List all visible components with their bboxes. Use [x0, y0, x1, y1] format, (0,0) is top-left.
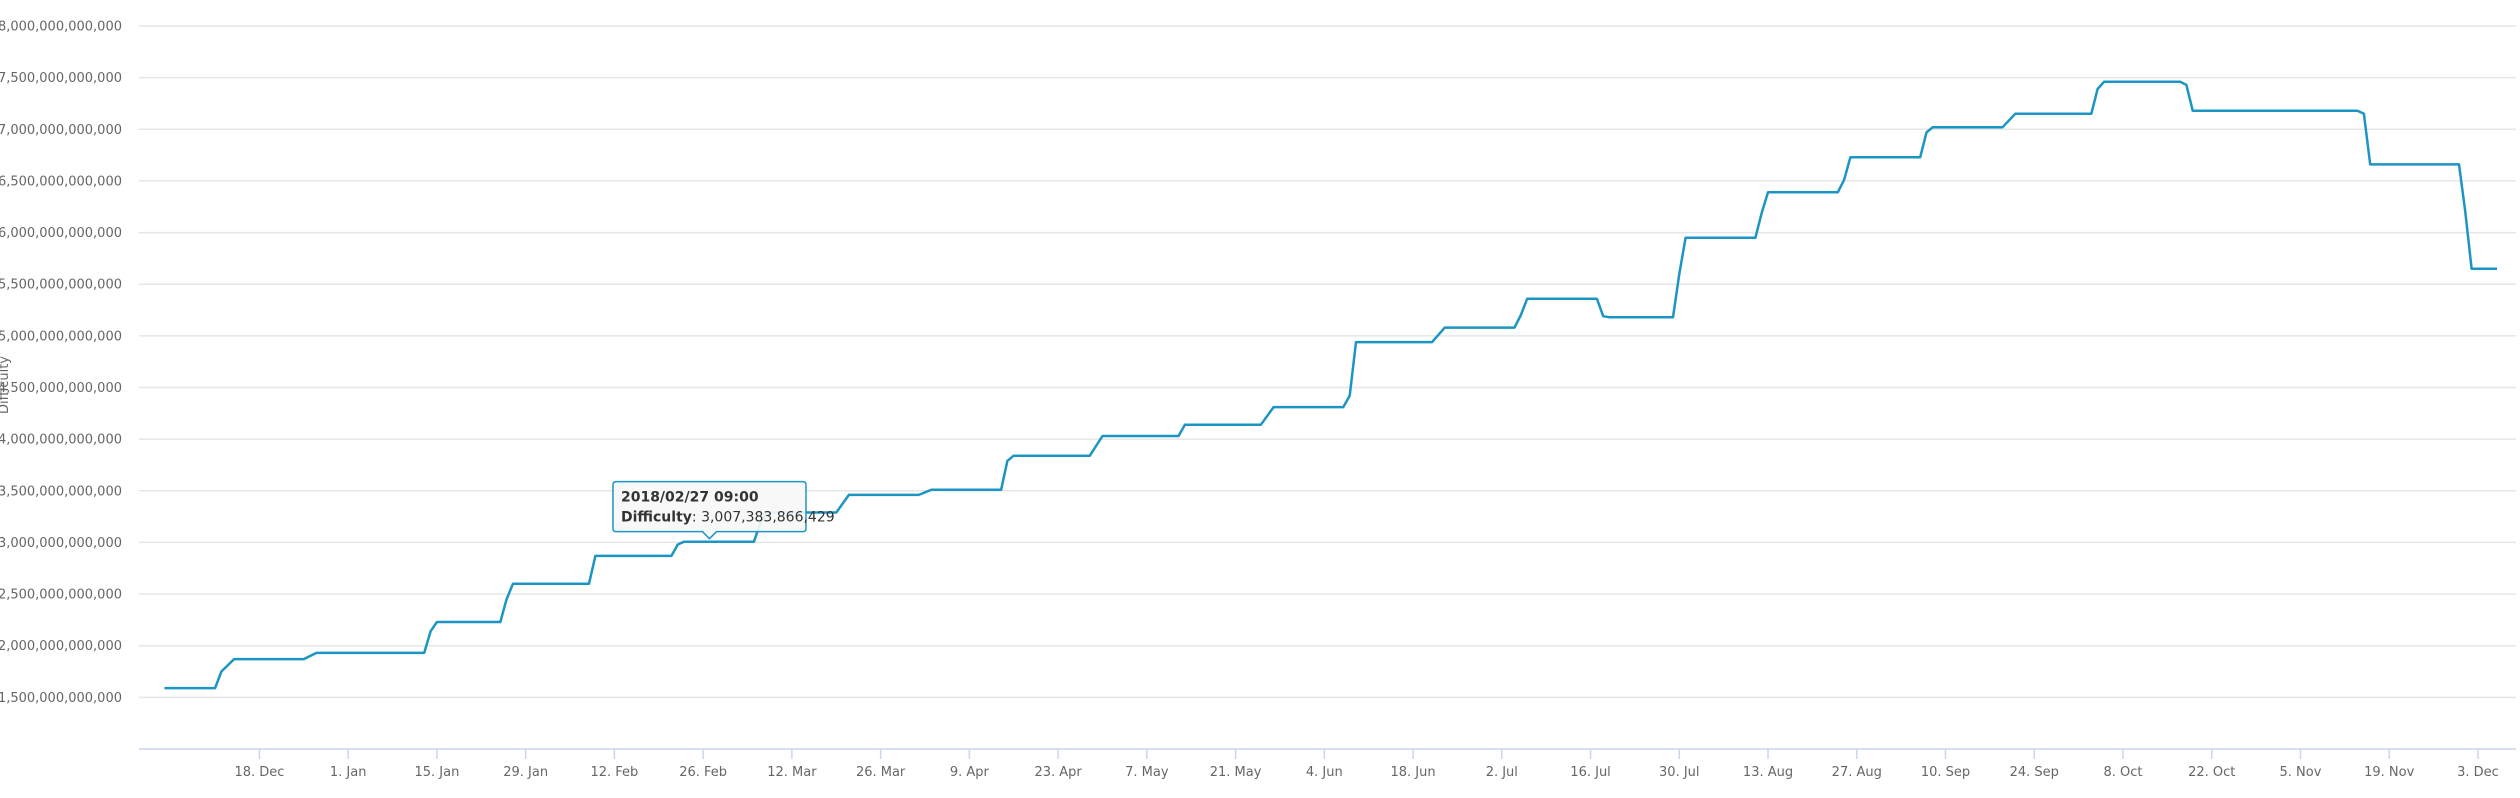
y-tick-label: 6,000,000,000,000	[0, 226, 122, 241]
x-tick-label: 22. Oct	[2188, 765, 2235, 780]
x-tick-label: 18. Dec	[234, 765, 284, 780]
x-tick-label: 19. Nov	[2364, 765, 2414, 780]
tooltip-title: 2018/02/27 09:00	[621, 490, 759, 506]
y-tick-label: 2,000,000,000,000	[0, 639, 122, 654]
x-tick-label: 26. Feb	[679, 765, 727, 780]
x-tick-label: 27. Aug	[1832, 765, 1882, 780]
x-tick-label: 3. Dec	[2457, 765, 2499, 780]
y-tick-label: 6,500,000,000,000	[0, 174, 122, 189]
tooltip-series-label: Difficulty	[621, 510, 692, 526]
x-tick-label: 12. Feb	[590, 765, 638, 780]
y-axis-tick-labels: 1,500,000,000,000 2,000,000,000,000 2,500,…	[0, 20, 122, 706]
y-axis-title: Difficulty	[0, 356, 12, 414]
x-tick-label: 7. May	[1125, 765, 1169, 780]
y-tick-label: 4,000,000,000,000	[0, 433, 122, 448]
series-layer	[164, 80, 2497, 690]
x-tick-label: 23. Apr	[1034, 765, 1082, 780]
tooltip-value: 3,007,383,866,429	[701, 510, 835, 526]
difficulty-chart: 1,500,000,000,000 2,000,000,000,000 2,500,…	[0, 0, 2520, 798]
x-tick-label: 13. Aug	[1743, 765, 1793, 780]
y-tick-label: 8,000,000,000,000	[0, 20, 122, 35]
chart-svg: 1,500,000,000,000 2,000,000,000,000 2,500,…	[0, 20, 2516, 780]
series-line-difficulty	[164, 80, 2497, 690]
x-tick-label: 1. Jan	[330, 765, 367, 780]
y-tick-label: 1,500,000,000,000	[0, 691, 122, 706]
x-axis: 18. Dec 1. Jan 15. Jan 29. Jan 12. Feb 26. Fe…	[139, 748, 2516, 780]
y-tick-label: 7,500,000,000,000	[0, 71, 122, 86]
tooltip: 2018/02/27 09:00 Difficulty: 3,007,383,8…	[612, 480, 835, 540]
x-tick-label: 30. Jul	[1659, 765, 1700, 780]
x-tick-label: 10. Sep	[1921, 765, 1970, 780]
x-tick-label: 29. Jan	[503, 765, 548, 780]
y-tick-label: 5,000,000,000,000	[0, 329, 122, 344]
x-tick-label: 12. Mar	[767, 765, 817, 780]
y-tick-label: 4,500,000,000,000	[0, 381, 122, 396]
x-tick-label: 21. May	[1210, 765, 1262, 780]
y-tick-label: 2,500,000,000,000	[0, 588, 122, 603]
x-tick-label: 26. Mar	[856, 765, 906, 780]
x-tick-label: 18. Jun	[1391, 765, 1436, 780]
x-tick-label: 16. Jul	[1570, 765, 1611, 780]
y-tick-label: 7,000,000,000,000	[0, 123, 122, 138]
x-tick-label: 24. Sep	[2010, 765, 2059, 780]
tooltip-body: Difficulty: 3,007,383,866,429	[621, 510, 835, 526]
y-tick-label: 3,500,000,000,000	[0, 484, 122, 499]
x-tick-label: 5. Nov	[2280, 765, 2322, 780]
grid-lines	[139, 25, 2516, 699]
y-tick-label: 5,500,000,000,000	[0, 278, 122, 293]
x-tick-label: 8. Oct	[2103, 765, 2142, 780]
tooltip-separator: :	[692, 510, 701, 526]
x-tick-label: 9. Apr	[950, 765, 990, 780]
x-tick-label: 15. Jan	[414, 765, 459, 780]
x-tick-label: 2. Jul	[1486, 765, 1518, 780]
y-tick-label: 3,000,000,000,000	[0, 536, 122, 551]
x-tick-label: 4. Jun	[1306, 765, 1343, 780]
